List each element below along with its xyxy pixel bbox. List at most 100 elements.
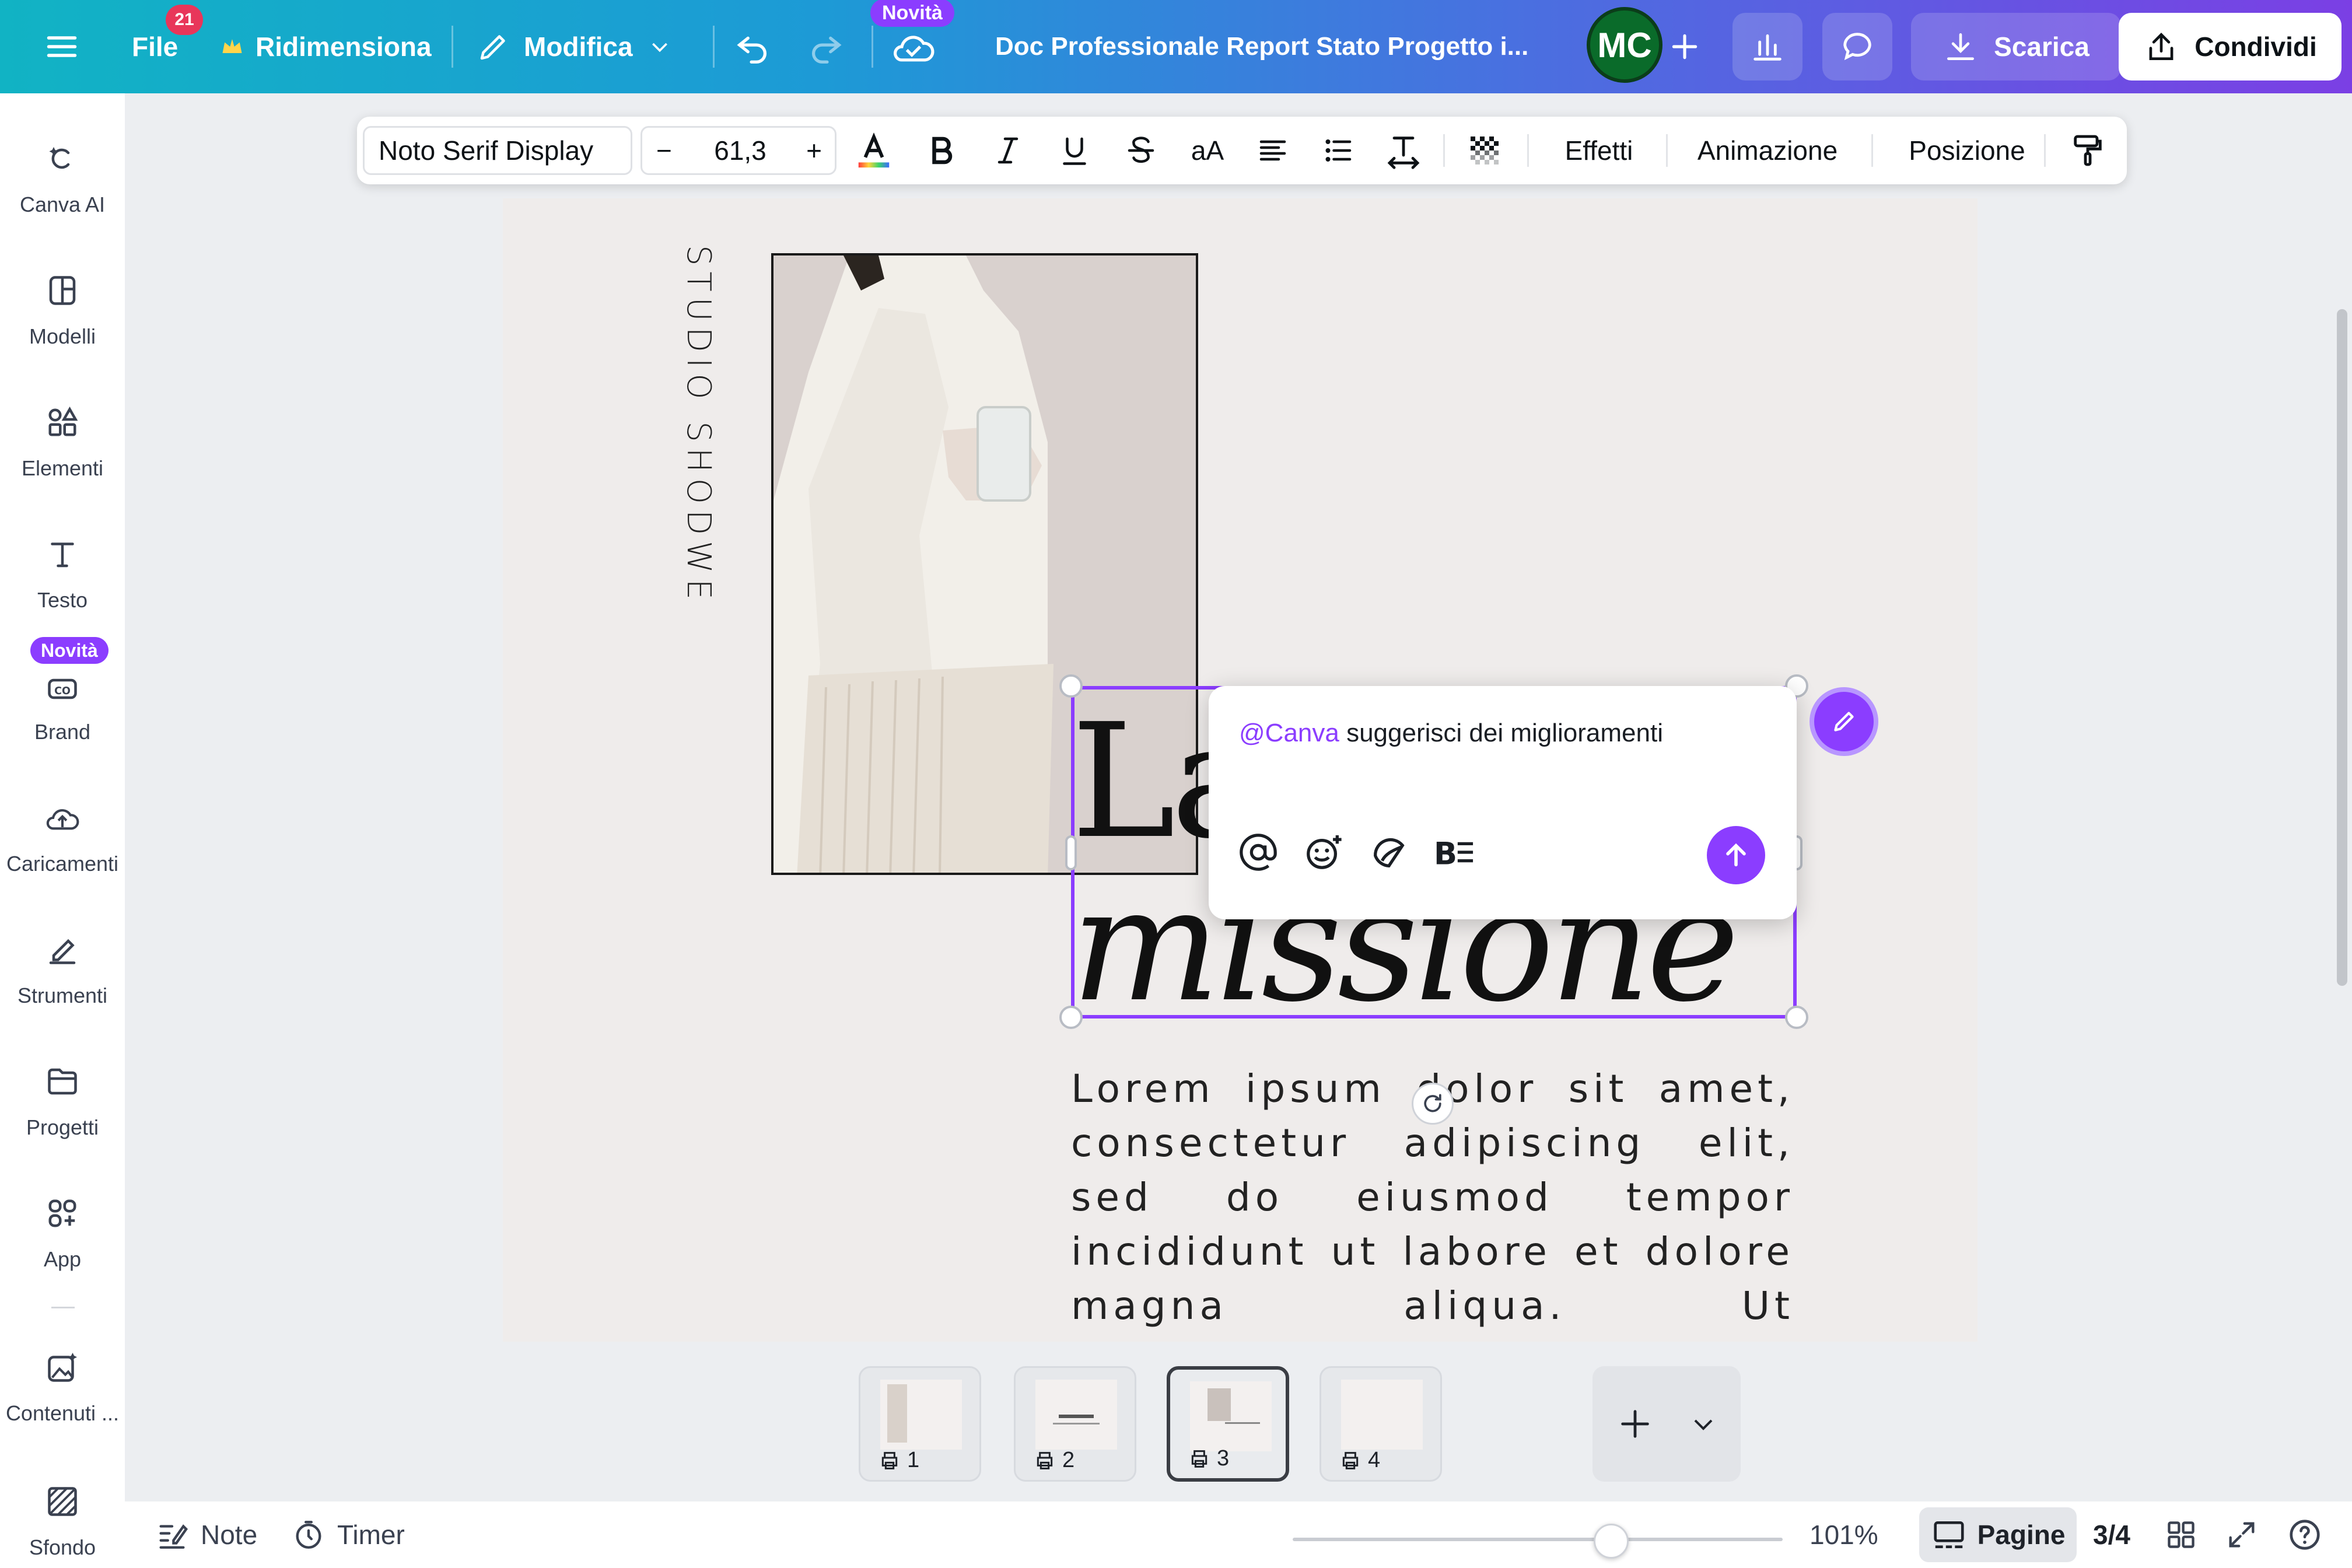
bullet-list-icon	[1325, 139, 1352, 162]
timer-button[interactable]: Timer	[292, 1502, 405, 1568]
zoom-slider-handle[interactable]	[1594, 1524, 1629, 1559]
download-button[interactable]: Scarica	[1911, 13, 2121, 80]
spacing-button[interactable]	[1373, 117, 1434, 184]
magic-media-icon	[39, 1344, 86, 1391]
send-button[interactable]	[1707, 826, 1765, 884]
sidebar-item-templates[interactable]: Modelli	[0, 267, 125, 349]
sidebar-label: Canva AI	[19, 192, 106, 216]
effects-button[interactable]: Effetti	[1535, 117, 1662, 184]
document-title-text: Doc Professionale Report Stato Progetto …	[995, 32, 1529, 61]
text-color-button[interactable]	[844, 117, 904, 184]
sidebar-item-elements[interactable]: Elementi	[0, 399, 125, 481]
text-case-label: aA	[1191, 135, 1224, 166]
sidebar-item-tools[interactable]: Strumenti	[0, 926, 125, 1008]
undo-button[interactable]	[733, 0, 774, 93]
sticker-button[interactable]	[1363, 826, 1415, 878]
align-button[interactable]	[1242, 117, 1303, 184]
sidebar-item-background[interactable]: Sfondo	[0, 1478, 125, 1560]
canva-ai-icon	[39, 135, 86, 182]
comment-mention: @Canva	[1239, 719, 1339, 747]
add-page-button[interactable]	[1609, 1398, 1661, 1450]
help-button[interactable]	[2287, 1502, 2323, 1568]
page-thumbnail-2[interactable]: 2	[1014, 1366, 1136, 1482]
left-sidebar: Canva AI Modelli Elementi Testo Novità C…	[0, 93, 125, 1568]
mention-button[interactable]	[1232, 826, 1284, 878]
sidebar-item-magic-media[interactable]: Contenuti ...	[0, 1344, 125, 1426]
underline-button[interactable]	[1044, 117, 1105, 184]
user-avatar[interactable]: MC	[1587, 7, 1662, 83]
copy-style-button[interactable]	[2056, 117, 2120, 184]
uploads-icon	[39, 794, 86, 841]
list-button[interactable]	[1308, 117, 1368, 184]
sidebar-item-canva-ai[interactable]: Canva AI	[0, 135, 125, 217]
redo-button[interactable]	[805, 0, 846, 93]
sticker-icon	[1374, 838, 1405, 868]
animation-button[interactable]: Animazione	[1674, 117, 1861, 184]
comment-input[interactable]: @Canva suggerisci dei miglioramenti	[1239, 719, 1663, 748]
text-format-button[interactable]: B	[1428, 826, 1480, 878]
notes-button[interactable]: Note	[155, 1502, 257, 1568]
at-sign-icon	[1240, 834, 1277, 871]
zoom-slider-track[interactable]	[1293, 1538, 1783, 1541]
page-thumbnail-1[interactable]: 1	[859, 1366, 981, 1482]
effects-label: Effetti	[1564, 135, 1633, 166]
resize-handle-bottom-right[interactable]	[1785, 1006, 1808, 1029]
bold-button[interactable]	[911, 117, 972, 184]
vertical-scrollbar[interactable]	[2337, 309, 2347, 986]
comment-edit-bubble[interactable]	[1810, 687, 1878, 756]
thumbnail-number: 4	[1368, 1448, 1381, 1472]
strikethrough-button[interactable]	[1111, 117, 1171, 184]
position-label: Posizione	[1909, 135, 2025, 166]
add-collaborator-button[interactable]	[1668, 0, 1701, 93]
text-icon	[39, 531, 86, 578]
resize-button[interactable]: Ridimensiona	[219, 0, 432, 93]
text-case-button[interactable]: aA	[1177, 117, 1238, 184]
emoji-button[interactable]	[1297, 826, 1350, 878]
insights-button[interactable]	[1732, 13, 1803, 80]
position-button[interactable]: Posizione	[1880, 117, 2054, 184]
text-spacing-icon	[1387, 136, 1420, 169]
page-thumbnail-3[interactable]: 3	[1167, 1366, 1289, 1482]
sidebar-label: Brand	[34, 720, 91, 744]
pages-view-button[interactable]: Pagine	[1919, 1507, 2077, 1562]
font-family-select[interactable]: Noto Serif Display	[363, 126, 632, 175]
share-label: Condividi	[2194, 32, 2317, 62]
sidebar-item-uploads[interactable]: Caricamenti	[0, 794, 125, 876]
divider	[872, 26, 873, 68]
resize-label: Ridimensiona	[256, 32, 432, 62]
vertical-brand-text[interactable]: STUDIO SHODWE	[680, 245, 718, 606]
thumbnail-label: 1	[878, 1448, 919, 1473]
zoom-value-button[interactable]: 101%	[1810, 1502, 1878, 1568]
sidebar-label: Testo	[37, 588, 88, 612]
divider	[452, 26, 453, 68]
sidebar-item-apps[interactable]: App	[0, 1190, 125, 1272]
rotate-handle[interactable]	[1412, 1083, 1454, 1125]
transparency-button[interactable]	[1452, 117, 1517, 184]
projects-icon	[39, 1058, 86, 1105]
document-title[interactable]: Doc Professionale Report Stato Progetto …	[995, 0, 1528, 93]
share-button[interactable]: Condividi	[2119, 13, 2342, 80]
sidebar-item-brand[interactable]: CO Brand	[0, 663, 125, 744]
font-size-increase-button[interactable]: +	[806, 135, 822, 166]
font-size-control: − 61,3 +	[640, 126, 836, 175]
add-page-options-button[interactable]	[1680, 1398, 1727, 1450]
download-icon	[1947, 33, 1975, 60]
comments-button[interactable]	[1822, 13, 1892, 80]
page-thumbnail-4[interactable]: 4	[1320, 1366, 1442, 1482]
italic-button[interactable]	[978, 117, 1038, 184]
new-badge: Novità	[870, 0, 954, 27]
resize-handle-left[interactable]	[1065, 835, 1077, 870]
speech-bubble-icon	[1843, 33, 1871, 61]
fullscreen-button[interactable]	[2225, 1502, 2259, 1568]
comment-text: suggerisci dei miglioramenti	[1339, 719, 1663, 747]
edit-menu-button[interactable]: Modifica	[476, 0, 671, 93]
resize-handle-bottom-left[interactable]	[1059, 1006, 1083, 1029]
grid-view-button[interactable]	[2164, 1502, 2198, 1568]
menu-icon[interactable]	[44, 0, 79, 93]
timer-icon	[296, 1521, 321, 1549]
download-label: Scarica	[1994, 32, 2090, 62]
sidebar-item-text[interactable]: Testo	[0, 531, 125, 612]
sidebar-label: Strumenti	[17, 984, 108, 1007]
resize-handle-top-left[interactable]	[1059, 674, 1083, 698]
sidebar-item-projects[interactable]: Progetti	[0, 1058, 125, 1140]
